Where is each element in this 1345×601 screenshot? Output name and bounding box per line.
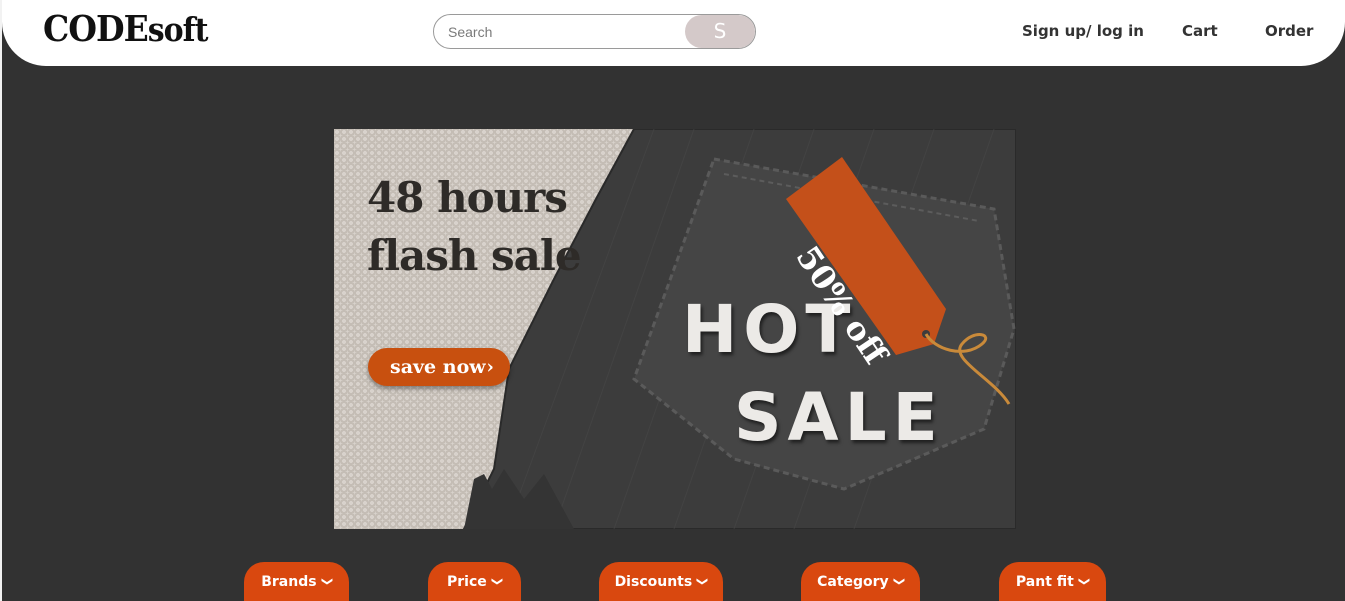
headline-line-2: flash sale <box>367 231 582 280</box>
nav-signup-login[interactable]: Sign up/ log in <box>1022 22 1144 40</box>
search-button[interactable]: S <box>685 15 755 48</box>
site-logo[interactable]: CODEsoft <box>43 7 209 50</box>
top-header: CODEsoft S Sign up/ log in Cart Order <box>2 0 1345 66</box>
nav-order[interactable]: Order <box>1265 22 1313 40</box>
filter-category[interactable]: Category ❯ <box>801 562 920 601</box>
logo-code: CODE <box>43 7 149 50</box>
save-now-label: save now <box>390 356 486 378</box>
chevron-down-icon: ❯ <box>320 576 334 587</box>
chevron-right-icon: › <box>486 356 494 378</box>
hero-banner[interactable]: 48 hours flash sale save now › HOT SALE … <box>334 129 1016 529</box>
nav-cart[interactable]: Cart <box>1182 22 1218 40</box>
save-now-button[interactable]: save now › <box>368 348 510 386</box>
logo-soft: soft <box>147 11 209 50</box>
filter-label: Discounts <box>614 574 693 590</box>
filter-brands[interactable]: Brands ❯ <box>244 562 349 601</box>
search-bar: S <box>433 14 756 49</box>
window-edge <box>0 0 2 601</box>
headline-line-1: 48 hours <box>367 173 568 222</box>
search-input[interactable] <box>448 15 678 48</box>
filter-label: Category <box>817 574 889 590</box>
banner-headline: 48 hours flash sale <box>367 169 582 285</box>
sale-text: SALE <box>734 379 944 456</box>
chevron-down-icon: ❯ <box>490 576 504 587</box>
filter-discounts[interactable]: Discounts ❯ <box>599 562 723 601</box>
filter-pant-fit[interactable]: Pant fit ❯ <box>999 562 1106 601</box>
chevron-down-icon: ❯ <box>696 576 710 587</box>
chevron-down-icon: ❯ <box>892 576 906 587</box>
filter-price[interactable]: Price ❯ <box>428 562 521 601</box>
chevron-down-icon: ❯ <box>1077 576 1091 587</box>
